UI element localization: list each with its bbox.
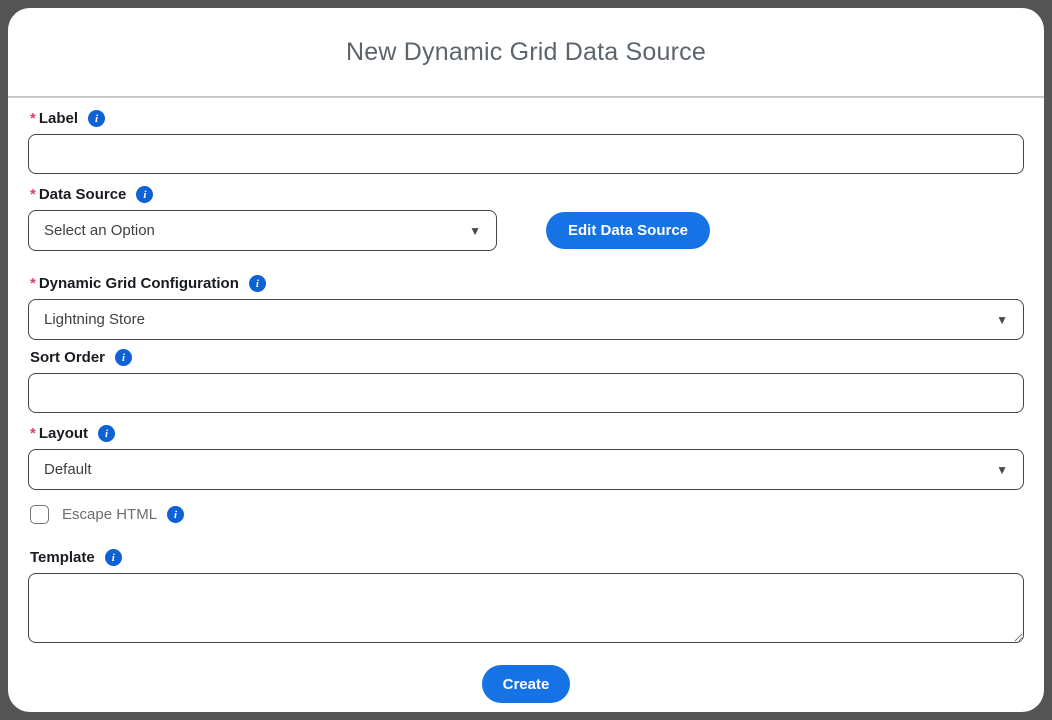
label-field-group: * Label i bbox=[28, 110, 1024, 174]
sort-order-field-group: Sort Order i bbox=[28, 349, 1024, 413]
grid-config-field-label-row: * Dynamic Grid Configuration i bbox=[30, 275, 1024, 292]
template-textarea[interactable] bbox=[28, 573, 1024, 643]
grid-config-select[interactable]: Lightning Store ▼ bbox=[28, 299, 1024, 340]
edit-data-source-button[interactable]: Edit Data Source bbox=[546, 212, 710, 249]
data-source-field-label-row: * Data Source i bbox=[30, 186, 1024, 203]
sort-order-field-label-row: Sort Order i bbox=[30, 349, 1024, 366]
page-title: New Dynamic Grid Data Source bbox=[346, 38, 706, 67]
data-source-select-value: Select an Option bbox=[44, 222, 155, 239]
sort-order-input[interactable] bbox=[28, 373, 1024, 413]
escape-html-label: Escape HTML bbox=[62, 506, 157, 523]
label-field-label: Label bbox=[39, 110, 78, 127]
template-field-group: Template i bbox=[28, 549, 1024, 648]
label-input[interactable] bbox=[28, 134, 1024, 174]
layout-info-icon[interactable]: i bbox=[98, 425, 115, 442]
required-asterisk: * bbox=[30, 186, 36, 203]
sort-order-field-label: Sort Order bbox=[30, 349, 105, 366]
grid-config-field-label: Dynamic Grid Configuration bbox=[39, 275, 239, 292]
template-info-icon[interactable]: i bbox=[105, 549, 122, 566]
template-field-label-row: Template i bbox=[30, 549, 1024, 566]
label-field-label-row: * Label i bbox=[30, 110, 1024, 127]
chevron-down-icon: ▼ bbox=[996, 314, 1008, 326]
chevron-down-icon: ▼ bbox=[996, 464, 1008, 476]
required-asterisk: * bbox=[30, 110, 36, 127]
new-dynamic-grid-data-source-modal: New Dynamic Grid Data Source * Label i *… bbox=[8, 8, 1044, 712]
data-source-field-label: Data Source bbox=[39, 186, 127, 203]
layout-field-group: * Layout i Default ▼ bbox=[28, 425, 1024, 490]
create-button[interactable]: Create bbox=[482, 665, 570, 703]
chevron-down-icon: ▼ bbox=[469, 225, 481, 237]
sort-order-info-icon[interactable]: i bbox=[115, 349, 132, 366]
template-field-label: Template bbox=[30, 549, 95, 566]
data-source-row: Select an Option ▼ Edit Data Source bbox=[28, 210, 1024, 251]
label-info-icon[interactable]: i bbox=[88, 110, 105, 127]
escape-html-row: Escape HTML i bbox=[30, 505, 1024, 524]
layout-select[interactable]: Default ▼ bbox=[28, 449, 1024, 490]
layout-field-label-row: * Layout i bbox=[30, 425, 1024, 442]
grid-config-field-group: * Dynamic Grid Configuration i Lightning… bbox=[28, 275, 1024, 340]
modal-body: * Label i * Data Source i Select an Opti… bbox=[8, 98, 1044, 703]
escape-html-info-icon[interactable]: i bbox=[167, 506, 184, 523]
escape-html-checkbox[interactable] bbox=[30, 505, 49, 524]
required-asterisk: * bbox=[30, 425, 36, 442]
data-source-info-icon[interactable]: i bbox=[136, 186, 153, 203]
required-asterisk: * bbox=[30, 275, 36, 292]
layout-field-label: Layout bbox=[39, 425, 88, 442]
layout-select-value: Default bbox=[44, 461, 92, 478]
grid-config-info-icon[interactable]: i bbox=[249, 275, 266, 292]
modal-header: New Dynamic Grid Data Source bbox=[8, 8, 1044, 98]
data-source-select[interactable]: Select an Option ▼ bbox=[28, 210, 497, 251]
data-source-field-group: * Data Source i Select an Option ▼ Edit … bbox=[28, 186, 1024, 251]
grid-config-select-value: Lightning Store bbox=[44, 311, 145, 328]
